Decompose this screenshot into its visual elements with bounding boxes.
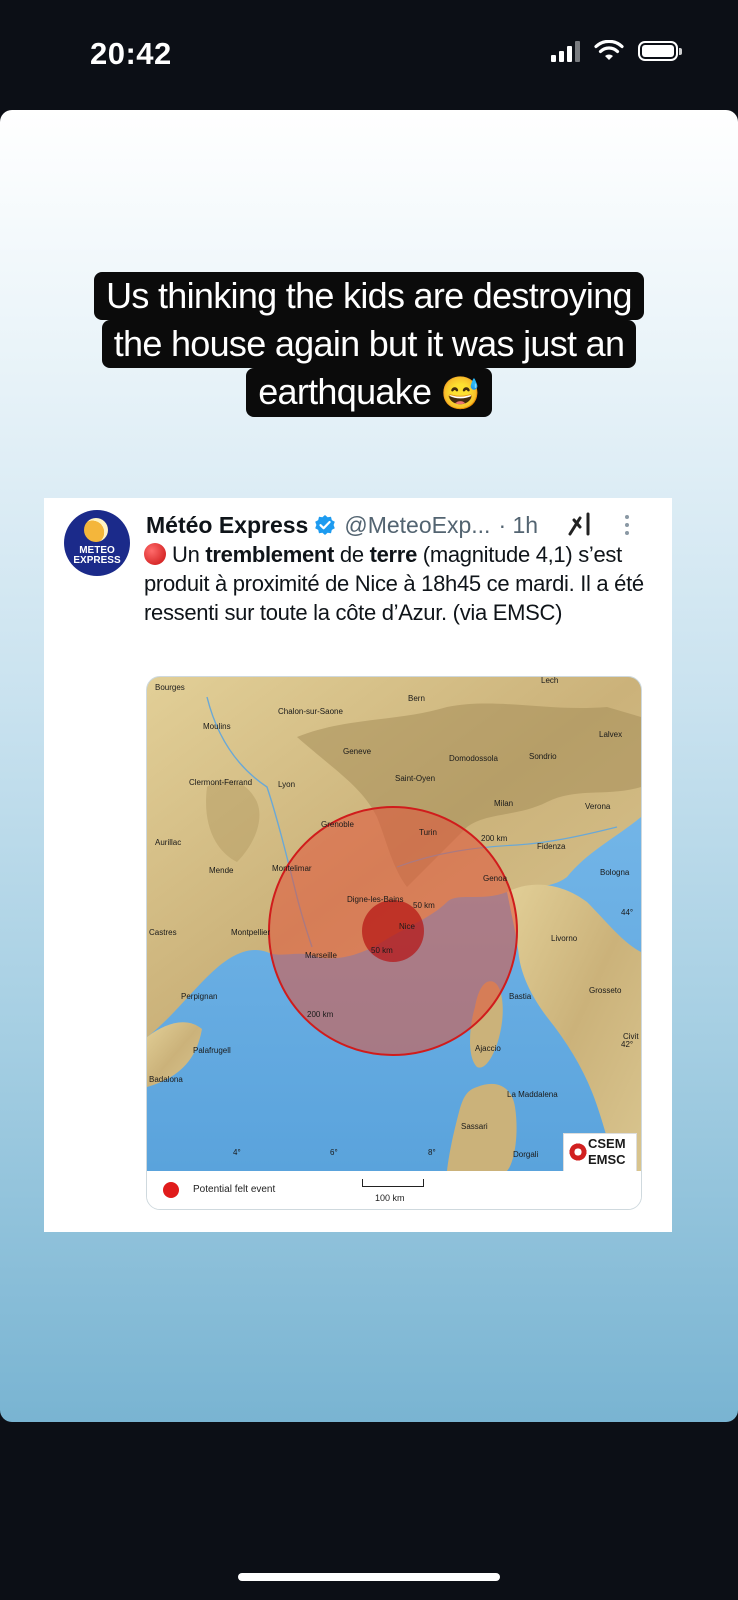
emsc-logo: CSEM EMSC bbox=[563, 1133, 637, 1173]
scale-label: 100 km bbox=[375, 1193, 405, 1203]
city-label: Fidenza bbox=[537, 842, 566, 851]
city-label: Grosseto bbox=[589, 986, 622, 995]
tweet-body: Un tremblement de terre (magnitude 4,1) … bbox=[144, 542, 644, 625]
battery-level bbox=[642, 45, 674, 57]
city-label: Aurillac bbox=[155, 838, 181, 847]
caption-line-1: Us thinking the kids are destroying bbox=[94, 272, 644, 320]
scale-bar bbox=[362, 1179, 424, 1187]
map-legend: Potential felt event 100 km bbox=[147, 1171, 641, 1209]
city-label: Verona bbox=[585, 802, 611, 811]
city-label: Castres bbox=[149, 928, 177, 937]
sun-moon-icon bbox=[84, 518, 108, 542]
tweet-screenshot: METEO EXPRESS Météo Express @MeteoExp... … bbox=[44, 498, 672, 1232]
city-label: Turin bbox=[419, 828, 437, 837]
lat-tick: 42° bbox=[621, 1040, 633, 1049]
city-label: Bastia bbox=[509, 992, 532, 1001]
city-label: Bourges bbox=[155, 683, 185, 692]
city-label: Bern bbox=[408, 694, 425, 703]
city-label: Clermont-Ferrand bbox=[189, 778, 252, 787]
battery-icon bbox=[638, 41, 682, 61]
lon-tick: 6° bbox=[330, 1148, 338, 1157]
tweet-time: · 1h bbox=[498, 511, 539, 538]
city-label: Geneve bbox=[343, 747, 372, 756]
city-label: Bologna bbox=[600, 868, 630, 877]
city-label: Lalvex bbox=[599, 730, 622, 739]
home-indicator[interactable] bbox=[238, 1573, 500, 1581]
lat-tick: 44° bbox=[621, 908, 633, 917]
city-label: Sassari bbox=[461, 1122, 488, 1131]
ring-label: 50 km bbox=[371, 946, 393, 955]
caption-line-3: earthquake 😅 bbox=[246, 368, 492, 417]
logo-text-emsc: EMSC bbox=[588, 1152, 626, 1167]
city-label: Grenoble bbox=[321, 820, 354, 829]
avatar-logo-text: METEO EXPRESS bbox=[73, 545, 121, 566]
city-label: Mende bbox=[209, 866, 234, 875]
lon-tick: 8° bbox=[428, 1148, 436, 1157]
city-label: Montpellier bbox=[231, 928, 270, 937]
city-label: Chalon-sur-Saone bbox=[278, 707, 343, 716]
city-label: Montelimar bbox=[272, 864, 312, 873]
cellular-signal-icon bbox=[551, 40, 580, 62]
city-label: Saint-Oyen bbox=[395, 774, 435, 783]
city-label: Palafrugell bbox=[193, 1046, 231, 1055]
city-label: Sondrio bbox=[529, 752, 557, 761]
ring-label: 50 km bbox=[413, 901, 435, 910]
city-label: Nice bbox=[399, 922, 416, 931]
legend-label: Potential felt event bbox=[193, 1184, 276, 1195]
wifi-icon bbox=[594, 40, 624, 60]
city-label: Milan bbox=[494, 799, 513, 808]
logo-text-csem: CSEM bbox=[588, 1136, 626, 1151]
map-image: 4° 6° 8° 44° 42° 200 km 200 km 50 km 50 … bbox=[147, 677, 641, 1171]
status-icons bbox=[551, 40, 682, 62]
tweet-header: Météo Express @MeteoExp... · 1h bbox=[146, 510, 666, 540]
city-label: Perpignan bbox=[181, 992, 217, 1001]
grok-icon bbox=[568, 512, 590, 536]
city-label: Ajaccio bbox=[475, 1044, 501, 1053]
lon-tick: 4° bbox=[233, 1148, 241, 1157]
city-label: La Maddalena bbox=[507, 1090, 558, 1099]
earthquake-map: 4° 6° 8° 44° 42° 200 km 200 km 50 km 50 … bbox=[146, 676, 642, 1210]
felt-event-marker-icon bbox=[163, 1182, 179, 1198]
city-label: Moulins bbox=[203, 722, 231, 731]
city-label: Lech bbox=[541, 677, 558, 685]
city-label: Livorno bbox=[551, 934, 578, 943]
author-handle: @MeteoExp... bbox=[344, 511, 491, 538]
avatar: METEO EXPRESS bbox=[64, 510, 130, 576]
red-circle-emoji bbox=[144, 543, 166, 565]
status-time: 20:42 bbox=[90, 36, 172, 71]
caption-line-3-text: earthquake bbox=[258, 371, 432, 412]
story-card[interactable]: Us thinking the kids are destroying the … bbox=[0, 110, 738, 1422]
more-options-icon bbox=[625, 515, 629, 535]
city-label: Lyon bbox=[278, 780, 295, 789]
emsc-swirl-icon bbox=[568, 1142, 588, 1162]
author-name: Météo Express bbox=[146, 511, 309, 538]
city-label: Civit bbox=[623, 1032, 639, 1041]
verified-badge-icon bbox=[315, 515, 336, 535]
caption-line-2: the house again but it was just an bbox=[101, 320, 637, 368]
ring-label: 200 km bbox=[481, 834, 508, 843]
city-label: Marseille bbox=[305, 951, 338, 960]
city-label: Genoa bbox=[483, 874, 508, 883]
city-label: Domodossola bbox=[449, 754, 498, 763]
city-label: Dorgali bbox=[513, 1150, 539, 1159]
sweat-smile-emoji: 😅 bbox=[440, 375, 481, 411]
city-label: Digne-les-Bains bbox=[347, 895, 403, 904]
city-label: Badalona bbox=[149, 1075, 183, 1084]
ring-label: 200 km bbox=[307, 1010, 334, 1019]
story-caption: Us thinking the kids are destroying the … bbox=[0, 272, 738, 417]
status-bar: 20:42 bbox=[0, 0, 738, 110]
